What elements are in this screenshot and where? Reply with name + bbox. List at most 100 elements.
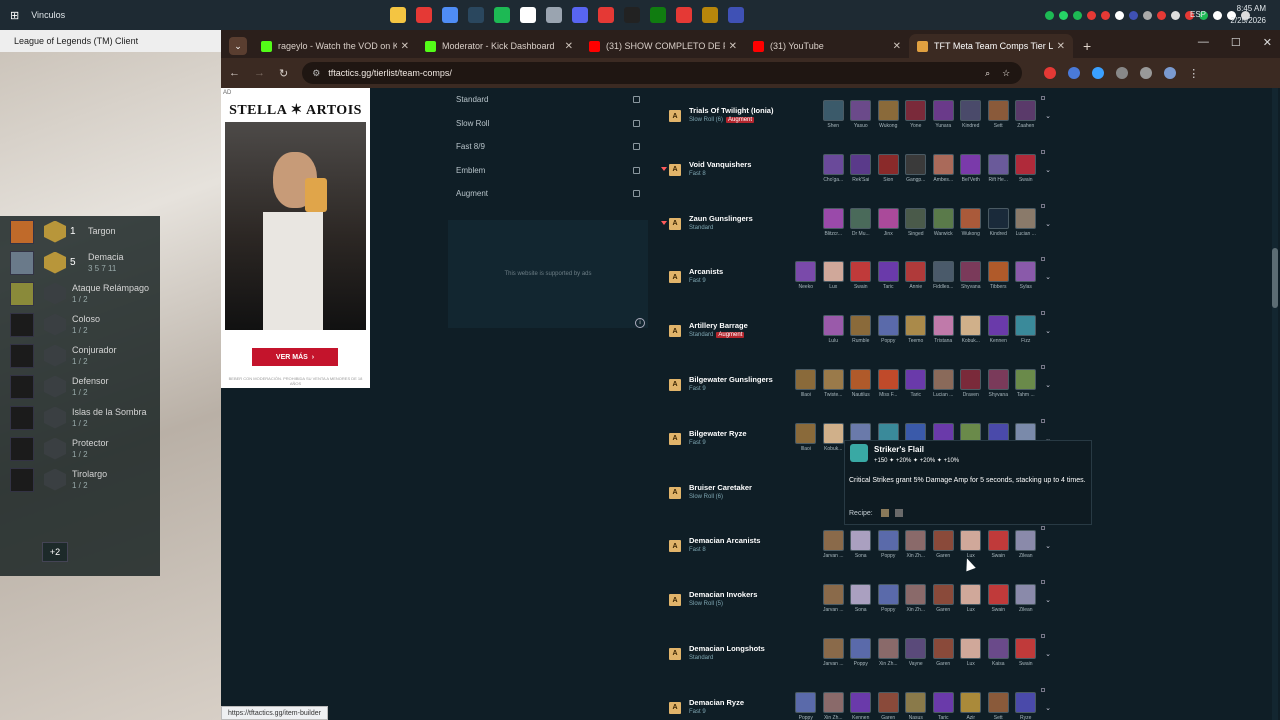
ad-cta-button[interactable]: VER MÁS › <box>252 348 338 366</box>
tray-icon[interactable] <box>1087 10 1096 20</box>
champion-unit[interactable]: Garen <box>931 584 956 613</box>
tray-icon[interactable] <box>1115 10 1124 20</box>
search-icon[interactable]: ⌕ <box>985 68 990 79</box>
reading-list-icon[interactable] <box>1140 67 1153 79</box>
champion-unit[interactable]: Illaoi <box>794 368 819 398</box>
taskbar-app-icon[interactable] <box>416 7 432 23</box>
team-comp-row[interactable]: A Demacian Ryze Fast 9 Poppy Xin Zh... Kennen… <box>663 680 1051 720</box>
champion-unit[interactable]: Kaisa <box>986 637 1011 667</box>
taskbar-app-icon[interactable] <box>468 7 484 23</box>
filter-option[interactable]: Augment <box>448 182 648 206</box>
copy-comp-icon[interactable] <box>1041 580 1045 585</box>
team-comp-row[interactable]: A Bilgewater Gunslingers Fast 9 Illaoi Twist… <box>663 357 1051 411</box>
champion-unit[interactable]: Taric <box>876 261 901 290</box>
champion-unit[interactable]: Zaahen <box>1014 100 1039 129</box>
taskbar-app-icon[interactable] <box>624 7 640 23</box>
comp-name[interactable]: Demacian Longshots <box>689 644 765 653</box>
tab-close-icon[interactable]: ✕ <box>401 41 409 52</box>
champion-unit[interactable]: Garen <box>931 530 956 559</box>
tab-close-icon[interactable]: ✕ <box>565 41 573 52</box>
champion-unit[interactable]: Swain <box>986 584 1011 613</box>
trait-row[interactable]: Protector 1 / 2 <box>0 433 160 464</box>
filter-checkbox[interactable] <box>633 96 640 104</box>
chevron-down-icon[interactable]: ⌄ <box>1045 542 1051 550</box>
champion-unit[interactable]: Swain <box>986 530 1011 559</box>
filter-option[interactable]: Slow Roll <box>448 112 648 136</box>
champion-unit[interactable]: Kennen <box>849 691 874 720</box>
champion-unit[interactable]: Swain <box>849 261 874 290</box>
advertisement[interactable]: AD STELLA ✶ ARTOIS VER MÁS › BEBER CON M… <box>221 88 370 388</box>
comp-name[interactable]: Bruiser Caretaker <box>689 483 752 492</box>
trait-row[interactable]: Coloso 1 / 2 <box>0 309 160 340</box>
back-button[interactable]: ← <box>229 67 240 79</box>
champion-unit[interactable]: Kennen <box>986 315 1011 344</box>
scrollbar-thumb[interactable] <box>1272 248 1278 308</box>
browser-tab[interactable]: (31) SHOW COMPLETO DE FRO ✕ <box>581 34 745 58</box>
filter-checkbox[interactable] <box>633 119 640 127</box>
taskbar-app-icon[interactable] <box>520 7 536 23</box>
chevron-down-icon[interactable]: ⌄ <box>1045 704 1051 712</box>
reload-button[interactable]: ↻ <box>279 67 288 80</box>
champion-unit[interactable]: Draven <box>959 368 984 398</box>
team-comp-row[interactable]: A Demacian Longshots Standard Jarvan ... Pop… <box>663 626 1051 680</box>
filter-checkbox[interactable] <box>633 143 640 151</box>
champion-unit[interactable]: Sona <box>849 584 874 613</box>
copy-comp-icon[interactable] <box>1041 418 1045 423</box>
bookmark-star-icon[interactable]: ☆ <box>1002 68 1010 79</box>
profile-avatar[interactable] <box>1164 67 1177 79</box>
champion-unit[interactable]: Zilean <box>1014 530 1039 559</box>
champion-unit[interactable]: Jinx <box>876 207 901 237</box>
comp-name[interactable]: Bilgewater Gunslingers <box>689 375 773 384</box>
champion-unit[interactable]: Jarvan ... <box>821 584 846 613</box>
champion-unit[interactable]: Ryze <box>1014 691 1039 720</box>
champion-unit[interactable]: Fiddles... <box>931 261 956 290</box>
comp-name[interactable]: Demacian Invokers <box>689 590 757 599</box>
comp-name[interactable]: Arcanists <box>689 267 723 276</box>
taskbar-app-icon[interactable] <box>442 7 458 23</box>
extension-blue-icon[interactable] <box>1092 67 1105 79</box>
team-comp-row[interactable]: A Arcanists Fast 9 Neeko Lux Swain Taric Annie F… <box>663 249 1051 303</box>
champion-unit[interactable]: Ambes... <box>931 153 956 183</box>
champion-unit[interactable]: Tristana <box>931 315 956 344</box>
chevron-down-icon[interactable]: ⌄ <box>1045 596 1051 604</box>
champion-unit[interactable]: Taric <box>931 691 956 720</box>
champion-unit[interactable]: Rift He... <box>986 153 1011 183</box>
chevron-down-icon[interactable]: ⌄ <box>1045 327 1051 335</box>
taskbar-folder-label[interactable]: Vinculos <box>31 10 65 20</box>
team-comp-row[interactable]: A Demacian Arcanists Fast 8 Jarvan ... Sona P… <box>663 518 1051 572</box>
chevron-down-icon[interactable]: ⌄ <box>1045 112 1051 120</box>
champion-unit[interactable]: Lucian ... <box>931 368 956 398</box>
champion-unit[interactable]: Lucian ... <box>1014 207 1039 237</box>
taskbar-app-icon[interactable] <box>676 7 692 23</box>
language-indicator[interactable]: ESP <box>1190 10 1206 19</box>
tab-close-icon[interactable]: ✕ <box>729 41 737 52</box>
champion-unit[interactable]: Sona <box>849 530 874 559</box>
champion-unit[interactable]: Swain <box>1014 637 1039 667</box>
champion-unit[interactable]: Lux <box>959 637 984 667</box>
taskbar-app-icon[interactable] <box>598 7 614 23</box>
champion-unit[interactable]: Jarvan ... <box>821 530 846 559</box>
champion-unit[interactable]: Sylas <box>1014 261 1039 290</box>
champion-unit[interactable]: Rek'Sai <box>849 153 874 183</box>
tray-icon[interactable] <box>1143 10 1152 20</box>
tray-icon[interactable] <box>1213 10 1222 20</box>
trait-row[interactable]: 1 Targon <box>0 216 160 247</box>
close-window-button[interactable]: ✕ <box>1263 36 1272 49</box>
tab-close-icon[interactable]: ✕ <box>1057 41 1065 52</box>
champion-unit[interactable]: Xin Zh... <box>876 637 901 667</box>
champion-unit[interactable]: Twiste... <box>821 368 846 398</box>
copy-comp-icon[interactable] <box>1041 311 1045 316</box>
champion-unit[interactable]: Sett <box>986 691 1011 720</box>
clock[interactable]: 8:45 AM 2/25/2026 <box>1230 3 1266 27</box>
team-comp-row[interactable]: A Artillery Barrage Standard Augment Lulu Rum… <box>663 303 1051 357</box>
tab-search-button[interactable]: ⌄ <box>229 37 247 55</box>
comp-name[interactable]: Artillery Barrage <box>689 321 748 330</box>
champion-unit[interactable]: Illaoi <box>794 422 819 452</box>
champion-unit[interactable]: Sion <box>876 153 901 183</box>
champion-unit[interactable]: Shyvana <box>986 368 1011 398</box>
extensions-puzzle-icon[interactable] <box>1116 67 1129 79</box>
browser-tab[interactable]: rageylo - Watch the VOD on Ki ✕ <box>253 34 417 58</box>
taskbar-app-icon[interactable] <box>546 7 562 23</box>
minimize-button[interactable]: — <box>1198 36 1209 49</box>
champion-unit[interactable]: Xin Zh... <box>904 530 929 559</box>
